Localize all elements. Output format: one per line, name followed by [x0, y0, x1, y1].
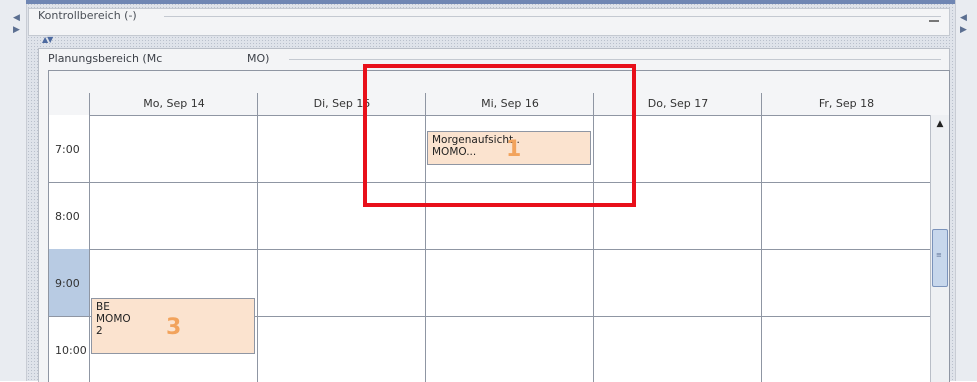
- time-slot-9[interactable]: 9:00: [49, 249, 89, 317]
- day-header-wed[interactable]: Mi, Sep 16: [425, 93, 594, 115]
- time-label: 10:00: [55, 344, 87, 357]
- scrollbar-thumb[interactable]: ≡: [932, 229, 948, 287]
- panel-title-line: [164, 16, 941, 17]
- splitter-arrows-icon[interactable]: ▲▼: [42, 35, 53, 44]
- appointment-be[interactable]: BE MOMO 2 3: [91, 298, 255, 354]
- vertical-scrollbar[interactable]: ▲ ≡: [930, 115, 949, 382]
- expand-left-icon-right[interactable]: ◀: [960, 14, 967, 23]
- kontrollbereich-title: Kontrollbereich (-): [35, 9, 140, 22]
- scroll-up-icon[interactable]: ▲: [933, 119, 947, 131]
- day-header-fri[interactable]: Fr, Sep 18: [761, 93, 931, 115]
- day-header-tue[interactable]: Di, Sep 15: [257, 93, 426, 115]
- time-slot-10[interactable]: 10:00: [49, 316, 89, 382]
- minimize-icon[interactable]: [929, 20, 939, 22]
- day-header-thu[interactable]: Do, Sep 17: [593, 93, 762, 115]
- calendar-toolbar: [49, 71, 949, 94]
- time-label: 8:00: [55, 210, 80, 223]
- splitter-bar[interactable]: ▲▼: [38, 35, 938, 46]
- time-column: 7:00 8:00 9:00 10:00: [49, 115, 89, 382]
- panel-title-line: [289, 59, 941, 60]
- grid-line: [89, 249, 930, 250]
- collapse-right-icon-right[interactable]: ▶: [960, 26, 967, 35]
- grid-line: [89, 182, 930, 183]
- top-border-bar: [26, 0, 955, 4]
- appointment-morgenaufsicht[interactable]: Morgenaufsicht.. MOMO... 1: [427, 131, 591, 165]
- collapse-right-icon[interactable]: ▶: [13, 26, 20, 35]
- kontrollbereich-panel: Kontrollbereich (-): [28, 8, 950, 36]
- time-slot-7[interactable]: 7:00: [49, 115, 89, 183]
- time-label: 9:00: [55, 277, 80, 290]
- planungsbereich-title: Planungsbereich (Mc: [45, 52, 166, 65]
- right-side-strip: ◀ ▶: [955, 0, 977, 381]
- time-label: 7:00: [55, 143, 80, 156]
- calendar-day-header: Mo, Sep 14 Di, Sep 15 Mi, Sep 16 Do, Sep…: [49, 93, 949, 116]
- week-calendar: Mo, Sep 14 Di, Sep 15 Mi, Sep 16 Do, Sep…: [48, 70, 950, 382]
- grip-icon: ≡: [936, 251, 942, 259]
- expand-left-icon[interactable]: ◀: [13, 14, 20, 23]
- planungsbereich-title-end: MO): [245, 52, 272, 65]
- appointment-number: 1: [506, 137, 522, 162]
- left-side-strip: ◀ ▶: [0, 0, 27, 381]
- appointment-number: 3: [166, 315, 182, 340]
- day-header-mon[interactable]: Mo, Sep 14: [89, 93, 258, 115]
- time-slot-8[interactable]: 8:00: [49, 182, 89, 250]
- appointment-title: BE: [96, 301, 110, 313]
